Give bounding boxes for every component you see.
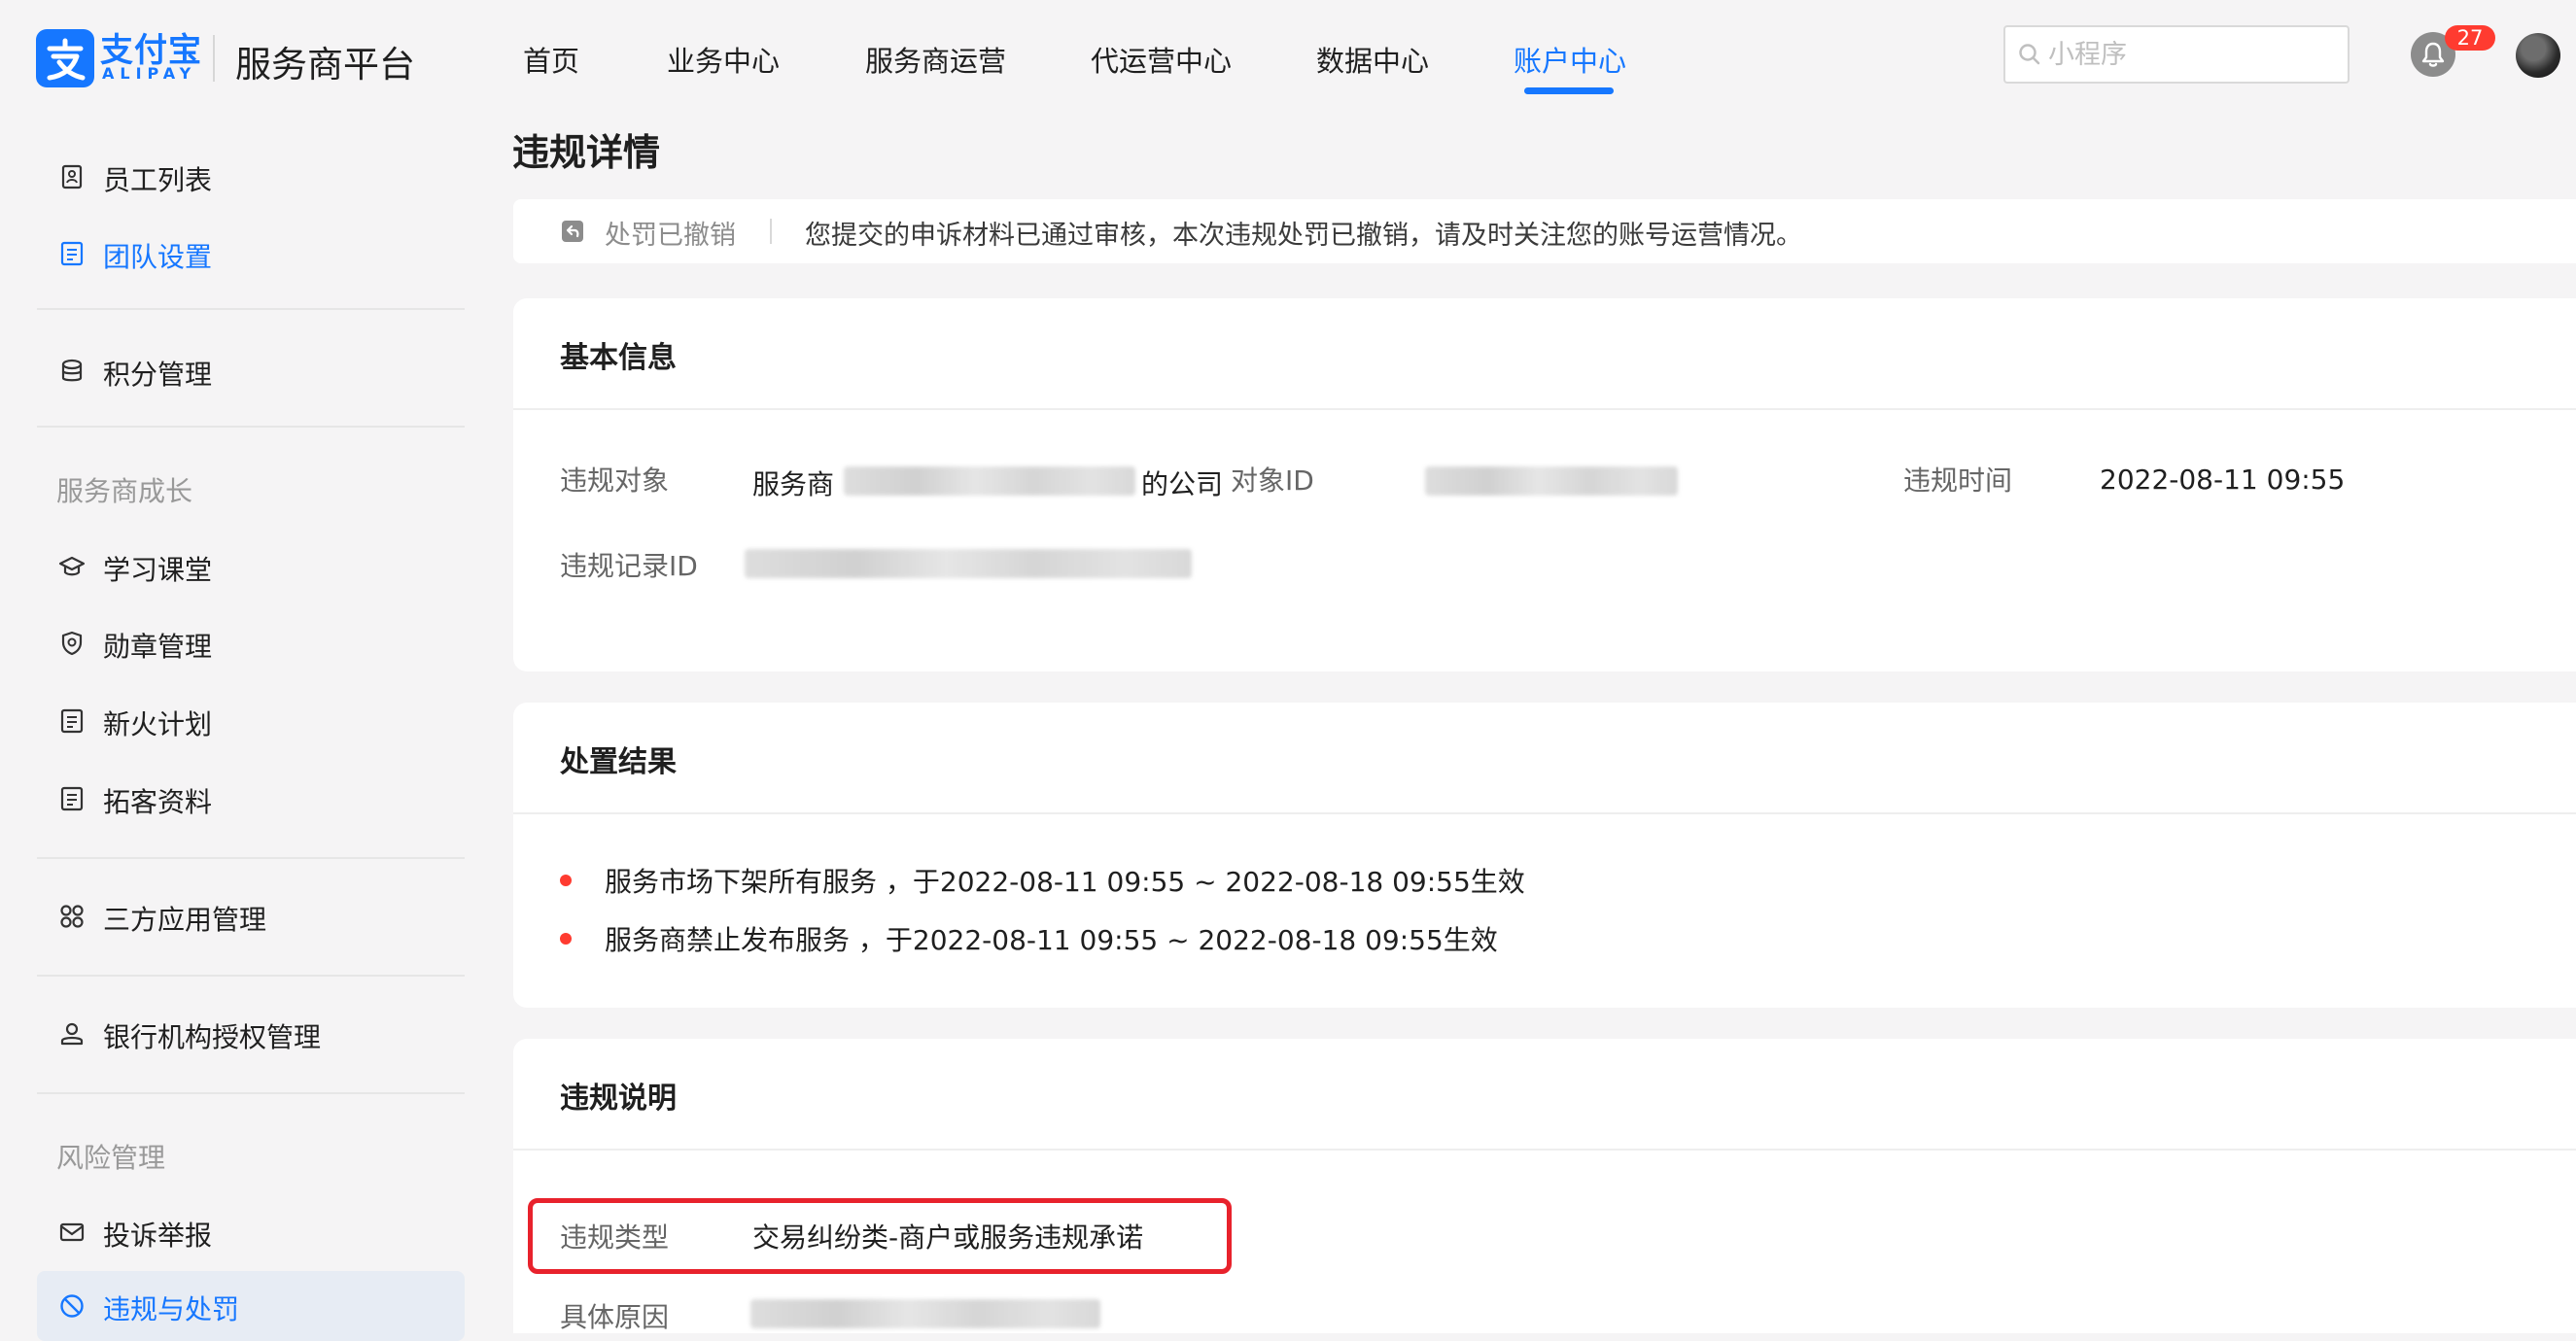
document-icon bbox=[60, 708, 84, 734]
sidebar-item-bank-authorization[interactable]: 银行机构授权管理 bbox=[37, 1003, 465, 1063]
apps-icon bbox=[60, 905, 84, 928]
document-icon bbox=[60, 786, 84, 811]
database-icon bbox=[61, 359, 83, 382]
violation-time-value: 2022-08-11 09:55 bbox=[2100, 464, 2346, 496]
sidebar-item-complaints[interactable]: 投诉举报 bbox=[37, 1201, 465, 1261]
nav-account-center[interactable]: 账户中心 bbox=[1514, 39, 1626, 80]
sidebar-divider bbox=[37, 426, 465, 428]
card-title: 基本信息 bbox=[560, 341, 677, 375]
bullet-dot bbox=[560, 933, 572, 945]
basic-info-card: 基本信息 违规对象 服务商 的公司 对象ID 违规时间 2022-08-11 0… bbox=[513, 298, 2576, 671]
sidebar-item-team-settings[interactable]: 团队设置 bbox=[37, 223, 465, 283]
bullet-dot bbox=[560, 875, 572, 886]
card-divider bbox=[513, 812, 2576, 814]
sidebar-item-label: 投诉举报 bbox=[103, 1220, 213, 1252]
top-header: 支付宝 ALIPAY 服务商平台 首页 业务中心 服务商运营 代运营中心 数据中… bbox=[0, 0, 2576, 115]
highlight-annotation bbox=[528, 1198, 1232, 1274]
redacted-target-name bbox=[844, 466, 1135, 496]
alipay-logo-icon[interactable] bbox=[36, 29, 94, 87]
sidebar-item-label: 积分管理 bbox=[103, 359, 213, 391]
forbidden-icon bbox=[60, 1294, 84, 1318]
search-icon bbox=[2019, 44, 2040, 65]
sidebar-group-risk: 风险管理 bbox=[56, 1142, 166, 1174]
platform-name: 服务商平台 bbox=[235, 44, 415, 86]
notice-text: 您提交的申诉材料已通过审核，本次违规处罚已撤销，请及时关注您的账号运营情况。 bbox=[805, 221, 1802, 251]
status-notice: 处罚已撤销 您提交的申诉材料已通过审核，本次违规处罚已撤销，请及时关注您的账号运… bbox=[513, 199, 2576, 263]
redacted-reason bbox=[750, 1299, 1100, 1328]
sidebar-item-points[interactable]: 积分管理 bbox=[37, 340, 465, 400]
revoke-icon bbox=[562, 221, 583, 242]
card-divider bbox=[513, 408, 2576, 410]
sidebar-divider bbox=[37, 975, 465, 977]
violation-target-suffix: 的公司 bbox=[1141, 468, 1224, 500]
nav-business-center[interactable]: 业务中心 bbox=[667, 39, 780, 80]
nav-data-center[interactable]: 数据中心 bbox=[1316, 39, 1429, 80]
mail-icon bbox=[59, 1222, 85, 1242]
violation-target-prefix: 服务商 bbox=[752, 468, 835, 500]
sidebar-item-medals[interactable]: 勋章管理 bbox=[37, 612, 465, 672]
user-icon bbox=[60, 1022, 84, 1046]
redacted-record-id bbox=[745, 549, 1192, 578]
sidebar-item-label: 勋章管理 bbox=[103, 631, 213, 663]
notification-count-badge: 27 bbox=[2445, 25, 2495, 51]
sidebar-item-learning[interactable]: 学习课堂 bbox=[37, 535, 465, 596]
card-title: 违规说明 bbox=[560, 1082, 677, 1116]
nav-home[interactable]: 首页 bbox=[523, 39, 579, 80]
card-divider bbox=[513, 1149, 2576, 1151]
sidebar-item-label: 违规与处罚 bbox=[103, 1293, 240, 1325]
sidebar-item-label: 三方应用管理 bbox=[103, 904, 267, 936]
document-icon bbox=[60, 241, 84, 266]
sidebar-item-label: 新火计划 bbox=[103, 708, 213, 740]
object-id-label: 对象ID bbox=[1231, 464, 1314, 497]
graduation-cap-icon bbox=[58, 556, 86, 576]
result-text: 服务市场下架所有服务 ，于2022-08-11 09:55 ~ 2022-08-… bbox=[605, 866, 1525, 898]
notice-divider bbox=[770, 219, 772, 244]
sidebar-item-label: 学习课堂 bbox=[103, 554, 213, 586]
sidebar-item-label: 银行机构授权管理 bbox=[103, 1021, 322, 1053]
redacted-object-id bbox=[1425, 466, 1678, 496]
shield-badge-icon bbox=[61, 631, 83, 656]
search-input[interactable] bbox=[2048, 37, 2340, 72]
search-box[interactable] bbox=[2003, 25, 2350, 84]
sidebar-divider bbox=[37, 308, 465, 310]
page-title: 违规详情 bbox=[512, 131, 661, 174]
sidebar-item-customer-materials[interactable]: 拓客资料 bbox=[37, 768, 465, 828]
violation-time-label: 违规时间 bbox=[1903, 464, 2013, 497]
sidebar-divider bbox=[37, 857, 465, 859]
bell-icon bbox=[2421, 42, 2445, 67]
staff-icon bbox=[61, 164, 83, 189]
penalty-status: 处罚已撤销 bbox=[605, 221, 736, 251]
logo-english-text: ALIPAY bbox=[102, 64, 197, 83]
disposal-result-card: 处置结果 服务市场下架所有服务 ，于2022-08-11 09:55 ~ 202… bbox=[513, 703, 2576, 1008]
sidebar-item-third-party-apps[interactable]: 三方应用管理 bbox=[37, 885, 465, 946]
nav-active-indicator bbox=[1524, 87, 1614, 94]
sidebar-item-violations[interactable]: 违规与处罚 bbox=[37, 1271, 465, 1341]
sidebar-item-label: 团队设置 bbox=[103, 241, 213, 273]
sidebar: 员工列表 团队设置 积分管理 服务商成长 学习课堂 勋章管理 新火计划 拓客资料… bbox=[0, 115, 467, 1341]
violation-target-label: 违规对象 bbox=[560, 464, 670, 497]
record-id-label: 违规记录ID bbox=[560, 550, 698, 582]
reason-label: 具体原因 bbox=[560, 1301, 670, 1333]
sidebar-item-label: 拓客资料 bbox=[103, 786, 213, 818]
nav-agency-operations[interactable]: 代运营中心 bbox=[1091, 39, 1232, 80]
sidebar-item-new-fire-plan[interactable]: 新火计划 bbox=[37, 690, 465, 750]
nav-provider-operations[interactable]: 服务商运营 bbox=[865, 39, 1006, 80]
result-text: 服务商禁止发布服务 ，于2022-08-11 09:55 ~ 2022-08-1… bbox=[605, 924, 1498, 956]
card-title: 处置结果 bbox=[560, 745, 677, 779]
violation-explanation-card: 违规说明 违规类型 交易纠纷类-商户或服务违规承诺 具体原因 bbox=[513, 1039, 2576, 1333]
sidebar-item-staff-list[interactable]: 员工列表 bbox=[37, 146, 465, 206]
logo-divider bbox=[213, 35, 215, 82]
sidebar-group-growth: 服务商成长 bbox=[56, 475, 193, 507]
sidebar-item-label: 员工列表 bbox=[103, 164, 213, 196]
user-avatar[interactable] bbox=[2516, 33, 2560, 78]
sidebar-divider bbox=[37, 1092, 465, 1094]
